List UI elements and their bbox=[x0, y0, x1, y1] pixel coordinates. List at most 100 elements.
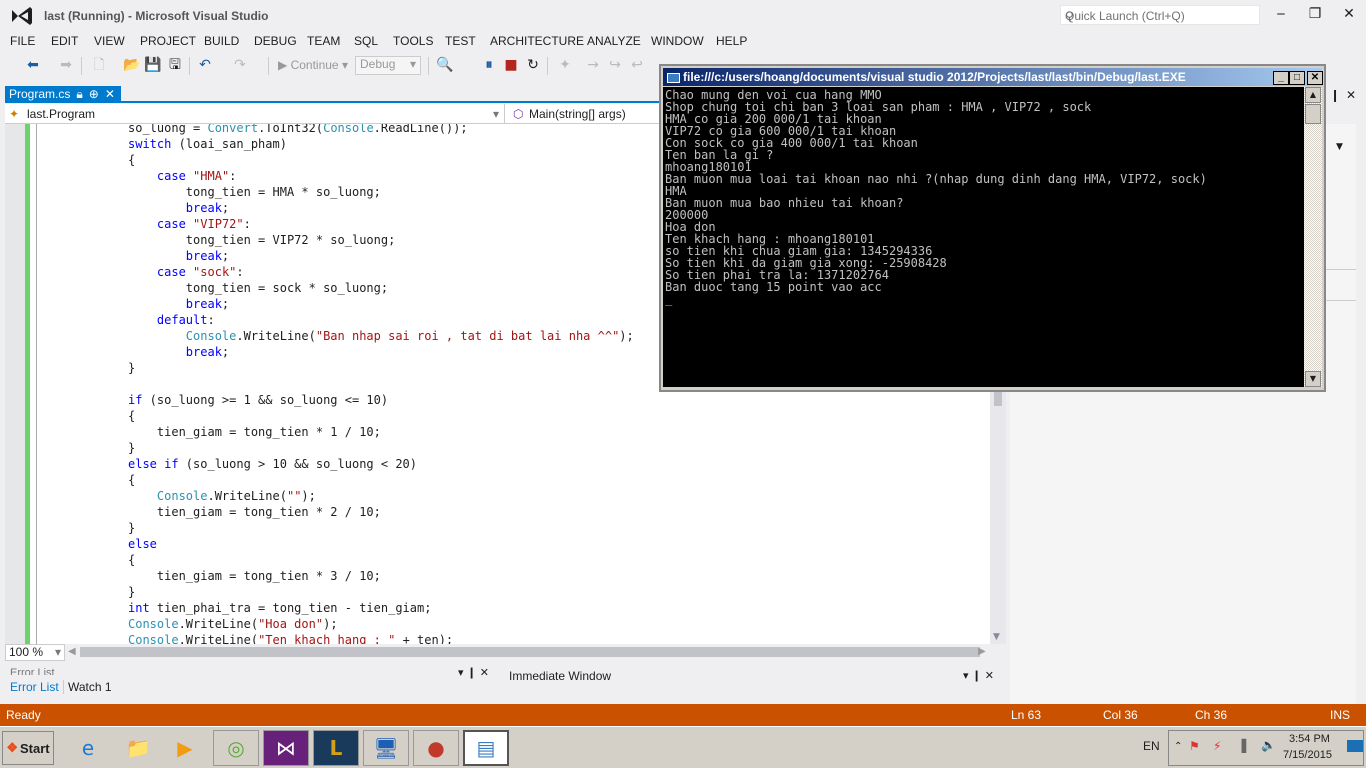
console-title-bar[interactable]: file:///c:/users/hoang/documents/visual … bbox=[663, 68, 1323, 86]
code-line[interactable]: { bbox=[128, 552, 634, 568]
code-line[interactable]: Console.WriteLine("Ban nhap sai roi , ta… bbox=[128, 328, 634, 344]
clock-date[interactable]: 7/15/2015 bbox=[1283, 749, 1332, 761]
close-panel-icon[interactable]: ✕ bbox=[1346, 88, 1356, 102]
menu-debug[interactable]: DEBUG bbox=[254, 34, 297, 48]
menu-architecture[interactable]: ARCHITECTURE bbox=[490, 34, 584, 48]
code-line[interactable]: break; bbox=[128, 248, 634, 264]
menu-edit[interactable]: EDIT bbox=[51, 34, 78, 48]
code-line[interactable]: int tien_phai_tra = tong_tien - tien_gia… bbox=[128, 600, 634, 616]
editor-horizontal-scrollbar[interactable] bbox=[80, 647, 980, 657]
redo-icon[interactable]: ↷ bbox=[231, 56, 249, 74]
scroll-up-icon[interactable]: ▲ bbox=[1305, 87, 1321, 103]
menu-build[interactable]: BUILD bbox=[204, 34, 239, 48]
code-line[interactable] bbox=[128, 376, 634, 392]
code-line[interactable]: tien_giam = tong_tien * 2 / 10; bbox=[128, 504, 634, 520]
code-line[interactable]: { bbox=[128, 152, 634, 168]
code-line[interactable]: { bbox=[128, 472, 634, 488]
code-line[interactable]: } bbox=[128, 520, 634, 536]
code-line[interactable]: Console.WriteLine(""); bbox=[128, 488, 634, 504]
code-line[interactable]: switch (loai_san_pham) bbox=[128, 136, 634, 152]
panel-menu-icon[interactable]: ▾ ❙ ✕ bbox=[963, 669, 994, 682]
console-scrollbar[interactable]: ▲ ▼ bbox=[1304, 87, 1322, 387]
console-window-icon[interactable]: ▤ bbox=[463, 730, 509, 766]
scroll-down-icon[interactable]: ▼ bbox=[1305, 371, 1321, 387]
network-icon[interactable]: ▐ bbox=[1237, 739, 1246, 753]
find-in-files-icon[interactable]: 🔍 bbox=[436, 56, 454, 74]
restart-icon[interactable]: ↻ bbox=[524, 56, 542, 74]
navigate-back-icon[interactable]: ⬅ bbox=[24, 56, 42, 74]
menu-window[interactable]: WINDOW bbox=[651, 34, 704, 48]
save-icon[interactable]: 💾 bbox=[144, 56, 162, 74]
code-line[interactable]: } bbox=[128, 440, 634, 456]
open-file-icon[interactable]: 📂 bbox=[123, 56, 141, 74]
remote-desktop-icon[interactable]: 🖥 bbox=[363, 730, 409, 766]
close-button[interactable]: ✕ bbox=[1334, 6, 1364, 24]
language-indicator[interactable]: EN bbox=[1143, 739, 1160, 753]
visual-studio-icon[interactable]: ⋈ bbox=[263, 730, 309, 766]
code-line[interactable]: default: bbox=[128, 312, 634, 328]
zoom-level-select[interactable]: 100 % ▾ bbox=[5, 644, 65, 661]
step-into-icon[interactable]: → bbox=[584, 56, 602, 74]
file-explorer-icon[interactable]: 📁 bbox=[115, 730, 161, 766]
code-line[interactable]: tien_giam = tong_tien * 3 / 10; bbox=[128, 568, 634, 584]
scroll-right-icon[interactable]: ▶ bbox=[978, 646, 986, 657]
tab-program-cs[interactable]: Program.cs 🔒︎ ⊕ ✕ bbox=[5, 86, 121, 103]
code-line[interactable]: tong_tien = HMA * so_luong; bbox=[128, 184, 634, 200]
show-desktop-icon[interactable] bbox=[1347, 740, 1363, 752]
menu-analyze[interactable]: ANALYZE bbox=[587, 34, 641, 48]
code-text[interactable]: so_luong = Convert.ToInt32(Console.ReadL… bbox=[128, 124, 634, 644]
code-line[interactable]: case "sock": bbox=[128, 264, 634, 280]
save-all-icon[interactable]: 🖫 bbox=[166, 56, 184, 74]
league-of-legends-icon[interactable]: L bbox=[313, 730, 359, 766]
types-dropdown[interactable]: ✦ last.Program ▾ bbox=[5, 104, 505, 124]
internet-explorer-icon[interactable]: e bbox=[65, 730, 111, 766]
menu-view[interactable]: VIEW bbox=[94, 34, 125, 48]
clock-time[interactable]: 3:54 PM bbox=[1289, 733, 1330, 745]
tab-watch-1[interactable]: Watch 1 bbox=[63, 680, 112, 694]
power-icon[interactable]: ⚡ bbox=[1213, 739, 1221, 753]
console-minimize-button[interactable]: _ bbox=[1273, 71, 1289, 85]
code-line[interactable]: tong_tien = VIP72 * so_luong; bbox=[128, 232, 634, 248]
menu-tools[interactable]: TOOLS bbox=[393, 34, 433, 48]
scroll-left-icon[interactable]: ◀ bbox=[68, 646, 76, 657]
pin-icon[interactable]: ❙ bbox=[1330, 88, 1340, 102]
console-close-button[interactable]: ✕ bbox=[1307, 71, 1323, 85]
code-line[interactable]: break; bbox=[128, 200, 634, 216]
code-line[interactable]: case "HMA": bbox=[128, 168, 634, 184]
code-line[interactable]: { bbox=[128, 408, 634, 424]
menu-help[interactable]: HELP bbox=[716, 34, 747, 48]
scrollbar-thumb[interactable] bbox=[994, 392, 1002, 406]
code-line[interactable]: } bbox=[128, 360, 634, 376]
scrollbar-thumb[interactable] bbox=[1305, 104, 1321, 124]
members-dropdown[interactable]: ⬡ Main(string[] args) bbox=[509, 104, 669, 124]
code-line[interactable]: break; bbox=[128, 296, 634, 312]
garena-icon[interactable]: ● bbox=[413, 730, 459, 766]
minimize-button[interactable]: ‒ bbox=[1266, 6, 1296, 24]
action-center-flag-icon[interactable]: ⚑ bbox=[1189, 739, 1200, 753]
code-line[interactable]: else if (so_luong > 10 && so_luong < 20) bbox=[128, 456, 634, 472]
code-line[interactable]: else bbox=[128, 536, 634, 552]
undo-icon[interactable]: ↶ bbox=[196, 56, 214, 74]
volume-icon[interactable]: 🔈 bbox=[1261, 738, 1276, 752]
continue-button[interactable]: ▶ Continue ▾ bbox=[278, 58, 348, 72]
code-line[interactable]: } bbox=[128, 584, 634, 600]
show-hidden-icons-icon[interactable]: ⌃ bbox=[1174, 741, 1182, 752]
code-line[interactable]: so_luong = Convert.ToInt32(Console.ReadL… bbox=[128, 124, 634, 136]
code-line[interactable]: tien_giam = tong_tien * 1 / 10; bbox=[128, 424, 634, 440]
code-line[interactable]: if (so_luong >= 1 && so_luong <= 10) bbox=[128, 392, 634, 408]
code-line[interactable]: Console.WriteLine("Ten khach hang : " + … bbox=[128, 632, 634, 644]
new-project-icon[interactable]: 🗋 bbox=[90, 56, 108, 74]
menu-team[interactable]: TEAM bbox=[307, 34, 340, 48]
chevron-down-icon[interactable]: ▼ bbox=[1336, 142, 1343, 152]
step-over-icon[interactable]: ↪ bbox=[606, 56, 624, 74]
console-output[interactable]: Chao mung den voi cua hang MMO Shop chung… bbox=[663, 87, 1304, 387]
pin-icon[interactable]: ⊕ bbox=[89, 86, 99, 103]
panel-menu-icon[interactable]: ▾ ❙ ✕ bbox=[458, 666, 489, 679]
console-window[interactable]: file:///c:/users/hoang/documents/visual … bbox=[659, 64, 1326, 392]
step-out-icon[interactable]: ↩ bbox=[628, 56, 646, 74]
coc-coc-browser-icon[interactable]: ◎ bbox=[213, 730, 259, 766]
show-next-statement-icon[interactable]: ✦ bbox=[556, 56, 574, 74]
start-button[interactable]: ❖ Start bbox=[2, 731, 54, 765]
menu-project[interactable]: PROJECT bbox=[140, 34, 196, 48]
quick-launch-input[interactable]: Quick Launch (Ctrl+Q) ⚲ bbox=[1060, 5, 1260, 25]
